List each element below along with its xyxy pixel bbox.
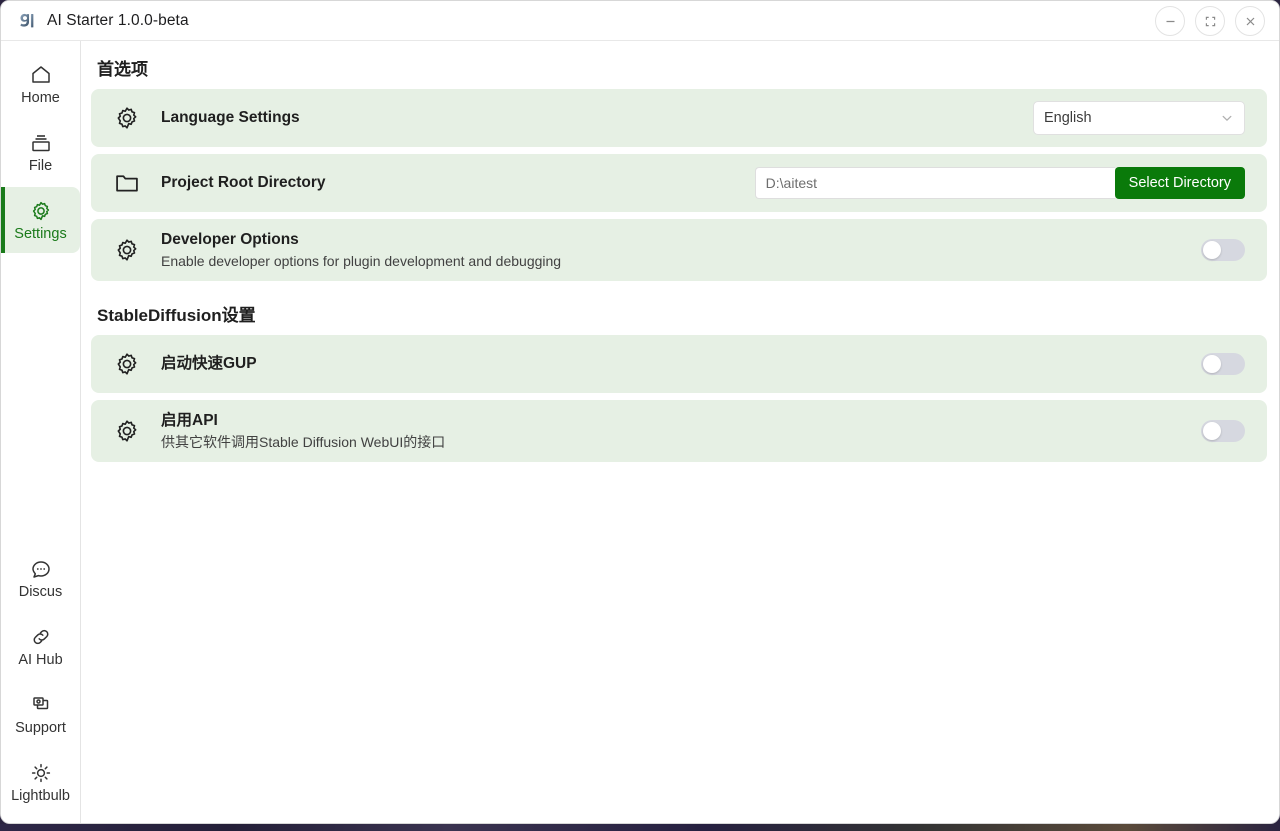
row-title-project-root: Project Root Directory bbox=[161, 173, 326, 191]
row-text-developer-options: Developer Options Enable developer optio… bbox=[161, 230, 1201, 270]
close-icon bbox=[1246, 17, 1254, 25]
toggle-knob bbox=[1203, 241, 1221, 259]
gear-icon bbox=[111, 350, 143, 378]
sidebar-item-ai-hub[interactable]: AI Hub bbox=[1, 613, 80, 679]
sidebar-item-lightbulb[interactable]: Lightbulb bbox=[1, 749, 80, 815]
row-subtitle-developer-options: Enable developer options for plugin deve… bbox=[161, 252, 562, 269]
sidebar-label-discus: Discus bbox=[18, 584, 63, 601]
minimize-button[interactable] bbox=[1155, 6, 1185, 36]
sidebar-item-discus[interactable]: Discus bbox=[1, 545, 80, 611]
row-control-project-root: Select Directory bbox=[754, 167, 1245, 199]
sidebar-label-settings: Settings bbox=[14, 226, 67, 243]
developer-options-toggle[interactable] bbox=[1201, 239, 1245, 261]
row-control-fast-gpu bbox=[1201, 353, 1245, 375]
chat-bubble-icon bbox=[29, 556, 53, 582]
gear-icon bbox=[29, 198, 53, 224]
enable-api-toggle[interactable] bbox=[1201, 420, 1245, 442]
toggle-knob bbox=[1203, 355, 1221, 373]
section-title-preferences: 首选项 bbox=[97, 60, 148, 79]
window-body: Home File Settings Discus AI Hub Support… bbox=[1, 41, 1279, 823]
row-fast-gpu[interactable]: 启动快速GUP bbox=[91, 335, 1267, 393]
row-subtitle-enable-api: 供其它软件调用Stable Diffusion WebUI的接口 bbox=[161, 433, 446, 450]
select-directory-button[interactable]: Select Directory bbox=[1114, 167, 1245, 199]
row-language-settings[interactable]: Language Settings English bbox=[91, 89, 1267, 147]
brightness-icon bbox=[29, 760, 53, 786]
settings-content: 首选项 Language Settings English Project Ro… bbox=[81, 41, 1279, 823]
sidebar-item-home[interactable]: Home bbox=[1, 51, 80, 117]
close-button[interactable] bbox=[1235, 6, 1265, 36]
row-control-developer-options bbox=[1201, 239, 1245, 261]
row-title-fast-gpu: 启动快速GUP bbox=[161, 354, 257, 372]
sidebar-label-lightbulb: Lightbulb bbox=[11, 788, 70, 805]
link-icon bbox=[29, 624, 53, 650]
row-text-language: Language Settings bbox=[161, 108, 1033, 128]
folder-icon bbox=[111, 169, 143, 197]
row-text-project-root: Project Root Directory bbox=[161, 173, 755, 193]
windows-stack-icon bbox=[29, 692, 53, 718]
row-text-fast-gpu: 启动快速GUP bbox=[161, 354, 1201, 374]
gear-icon bbox=[111, 417, 143, 445]
chevron-down-icon bbox=[1220, 111, 1234, 125]
row-control-language: English bbox=[1033, 101, 1245, 135]
project-root-path-input[interactable] bbox=[754, 167, 1115, 199]
row-control-enable-api bbox=[1201, 420, 1245, 442]
minimize-icon bbox=[1166, 20, 1174, 22]
file-stack-icon bbox=[29, 130, 53, 156]
window-controls bbox=[1155, 1, 1265, 41]
sidebar-item-file[interactable]: File bbox=[1, 119, 80, 185]
sidebar: Home File Settings Discus AI Hub Support… bbox=[1, 41, 81, 823]
row-title-language: Language Settings bbox=[161, 108, 300, 126]
sidebar-label-support: Support bbox=[15, 720, 66, 737]
sidebar-label-home: Home bbox=[21, 90, 60, 107]
row-enable-api[interactable]: 启用API 供其它软件调用Stable Diffusion WebUI的接口 bbox=[91, 400, 1267, 462]
sidebar-item-settings[interactable]: Settings bbox=[1, 187, 80, 253]
sidebar-item-support[interactable]: Support bbox=[1, 681, 80, 747]
application-window: AI Starter 1.0.0-beta Home File Settings… bbox=[0, 0, 1280, 824]
language-select[interactable]: English bbox=[1033, 101, 1245, 135]
maximize-button[interactable] bbox=[1195, 6, 1225, 36]
row-project-root-directory[interactable]: Project Root Directory Select Directory bbox=[91, 154, 1267, 212]
language-select-value: English bbox=[1044, 110, 1092, 126]
fast-gpu-toggle[interactable] bbox=[1201, 353, 1245, 375]
home-icon bbox=[29, 62, 53, 88]
window-title: AI Starter 1.0.0-beta bbox=[47, 11, 189, 29]
sidebar-bottom-group: Discus AI Hub Support Lightbulb bbox=[1, 545, 80, 823]
gear-icon bbox=[111, 236, 143, 264]
row-title-enable-api: 启用API bbox=[161, 411, 218, 429]
section-title-stablediffusion: StableDiffusion设置 bbox=[97, 306, 256, 325]
sidebar-label-file: File bbox=[28, 158, 53, 175]
ai-logo bbox=[20, 13, 34, 27]
gear-icon bbox=[111, 104, 143, 132]
toggle-knob bbox=[1203, 422, 1221, 440]
row-text-enable-api: 启用API 供其它软件调用Stable Diffusion WebUI的接口 bbox=[161, 411, 1201, 451]
maximize-icon bbox=[1205, 16, 1215, 26]
background-window-strip bbox=[0, 824, 1280, 831]
row-title-developer-options: Developer Options bbox=[161, 230, 299, 248]
row-developer-options[interactable]: Developer Options Enable developer optio… bbox=[91, 219, 1267, 281]
title-bar: AI Starter 1.0.0-beta bbox=[1, 1, 1279, 41]
sidebar-label-ai-hub: AI Hub bbox=[18, 652, 63, 669]
